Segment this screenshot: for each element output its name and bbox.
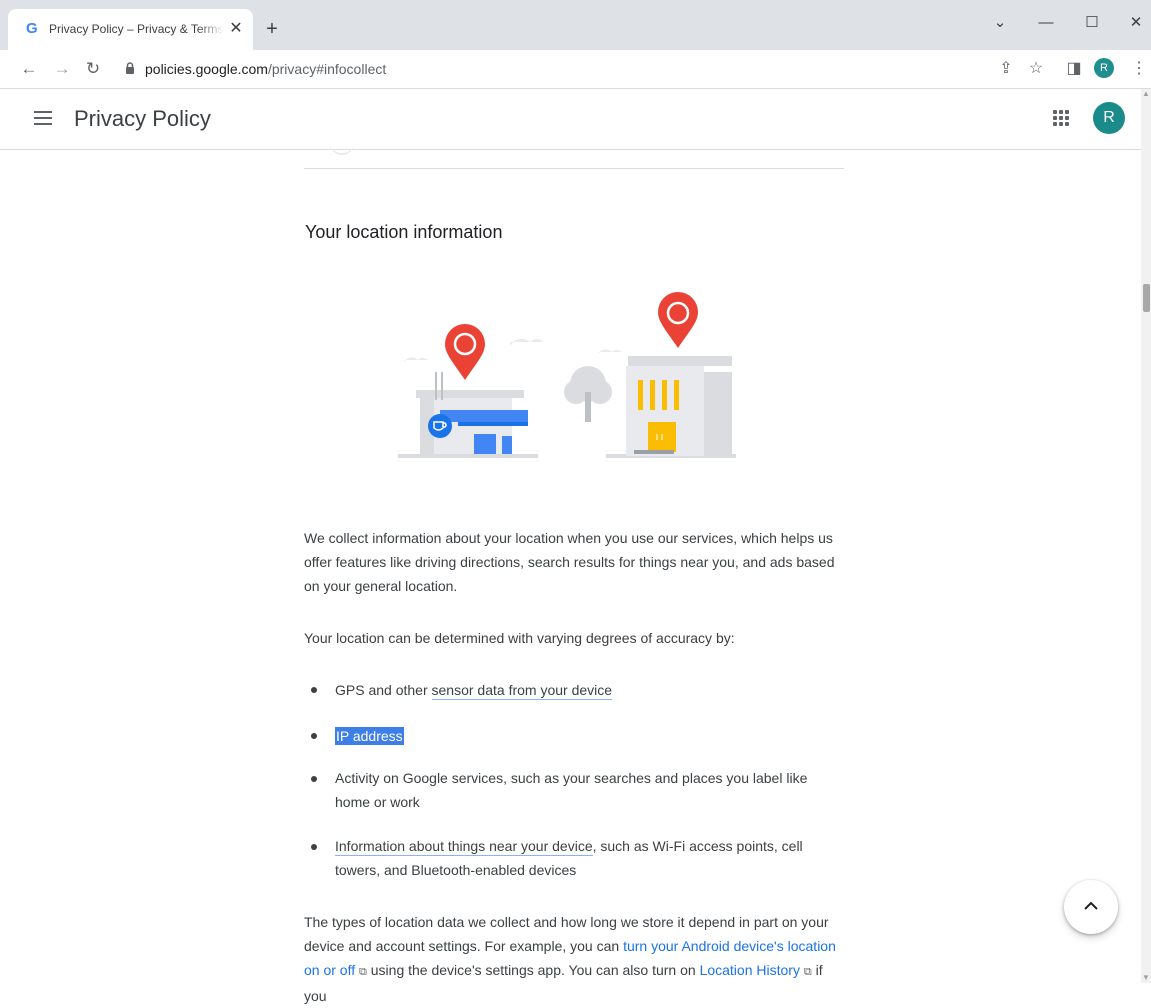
scroll-up-icon[interactable]: ▲ xyxy=(1142,89,1150,98)
closing-text: using the device's settings app. You can… xyxy=(366,962,700,978)
tab-title: Privacy Policy – Privacy & Terms – Googl… xyxy=(49,22,224,36)
bullet-dot xyxy=(311,776,317,782)
back-to-top-button[interactable] xyxy=(1064,880,1118,934)
minimize-button[interactable]: — xyxy=(1031,12,1061,34)
profile-avatar-small[interactable]: R xyxy=(1094,58,1114,78)
maximize-button[interactable]: ☐ xyxy=(1077,12,1107,34)
bullet-dot xyxy=(311,844,317,850)
forward-arrow-icon[interactable]: → xyxy=(49,56,75,82)
url-host: policies.google.com xyxy=(145,61,268,77)
section-heading: Your location information xyxy=(305,222,503,242)
external-link-icon: ⧉ xyxy=(803,966,812,978)
reload-icon[interactable]: ↻ xyxy=(80,56,106,82)
chevron-up-icon xyxy=(1084,901,1098,910)
active-tab[interactable]: G Privacy Policy – Privacy & Terms – Goo… xyxy=(8,9,253,50)
list-item-text: GPS and other xyxy=(335,682,432,698)
previous-section-graphic xyxy=(330,141,354,155)
bullet-dot xyxy=(311,733,317,739)
tab-strip: G Privacy Policy – Privacy & Terms – Goo… xyxy=(0,0,1151,50)
bullet-dot xyxy=(311,687,317,693)
side-panel-icon[interactable]: ◨ xyxy=(1061,56,1087,82)
location-illustration xyxy=(398,292,736,458)
url-path: /privacy#infocollect xyxy=(267,61,387,77)
page-scrollbar[interactable]: ▲ ▼ xyxy=(1141,89,1151,983)
share-icon[interactable]: ⇪ xyxy=(993,56,1019,82)
back-arrow-icon[interactable]: ← xyxy=(16,56,42,82)
tab-search-icon[interactable]: ⌄ xyxy=(985,12,1015,34)
scroll-down-icon[interactable]: ▼ xyxy=(1142,973,1150,982)
hamburger-menu-icon[interactable] xyxy=(34,111,52,125)
tab-close-icon[interactable]: ✕ xyxy=(226,19,246,39)
external-link-icon: ⧉ xyxy=(359,966,367,978)
list-item: IP address xyxy=(335,724,845,748)
list-item: Activity on Google services, such as you… xyxy=(335,766,845,814)
bookmark-star-icon[interactable]: ☆ xyxy=(1023,56,1049,82)
things-near-device-link[interactable]: Information about things near your devic… xyxy=(335,838,593,856)
new-tab-button[interactable]: + xyxy=(262,19,282,39)
intro-paragraph: We collect information about your locati… xyxy=(304,530,835,594)
scroll-thumb[interactable] xyxy=(1143,284,1150,312)
location-history-link[interactable]: Location History xyxy=(700,962,800,978)
accuracy-lead-paragraph: Your location can be determined with var… xyxy=(304,630,735,646)
more-menu-icon[interactable]: ⋮ xyxy=(1126,56,1151,82)
sensor-data-link[interactable]: sensor data from your device xyxy=(431,682,613,700)
closing-paragraph: The types of location data we collect an… xyxy=(304,910,849,1008)
section-divider xyxy=(304,168,844,169)
url-text[interactable]: policies.google.com/privacy#infocollect xyxy=(145,61,386,77)
list-item-text: Activity on Google services, such as you… xyxy=(335,770,808,810)
lock-icon[interactable] xyxy=(124,62,136,74)
google-favicon-icon: G xyxy=(26,20,38,37)
apps-grid-icon[interactable] xyxy=(1052,109,1070,127)
list-item: GPS and other sensor data from your devi… xyxy=(335,678,845,702)
page-title: Privacy Policy xyxy=(74,106,211,131)
page-header: Privacy Policy R xyxy=(0,89,1141,150)
ip-address-selected-text[interactable]: IP address xyxy=(335,727,404,745)
account-avatar[interactable]: R xyxy=(1093,102,1125,134)
list-item: Information about things near your devic… xyxy=(335,834,845,882)
close-window-button[interactable]: ✕ xyxy=(1121,12,1151,34)
